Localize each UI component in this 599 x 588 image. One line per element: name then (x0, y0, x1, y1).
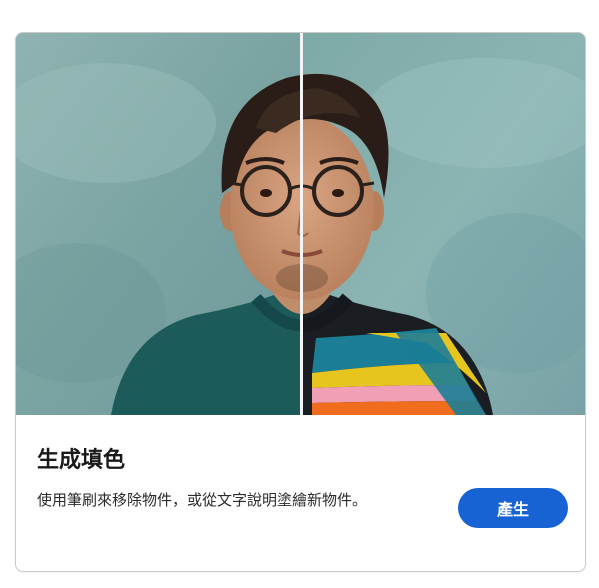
card-title: 生成填色 (37, 448, 126, 473)
before-after-image (16, 33, 585, 415)
generative-fill-card: 生成填色 使用筆刷來移除物件，或從文字說明塗繪新物件。 產生 (15, 32, 586, 572)
split-divider[interactable] (300, 33, 303, 415)
card-description: 使用筆刷來移除物件，或從文字說明塗繪新物件。 (37, 491, 368, 509)
generate-button[interactable]: 產生 (458, 488, 568, 528)
